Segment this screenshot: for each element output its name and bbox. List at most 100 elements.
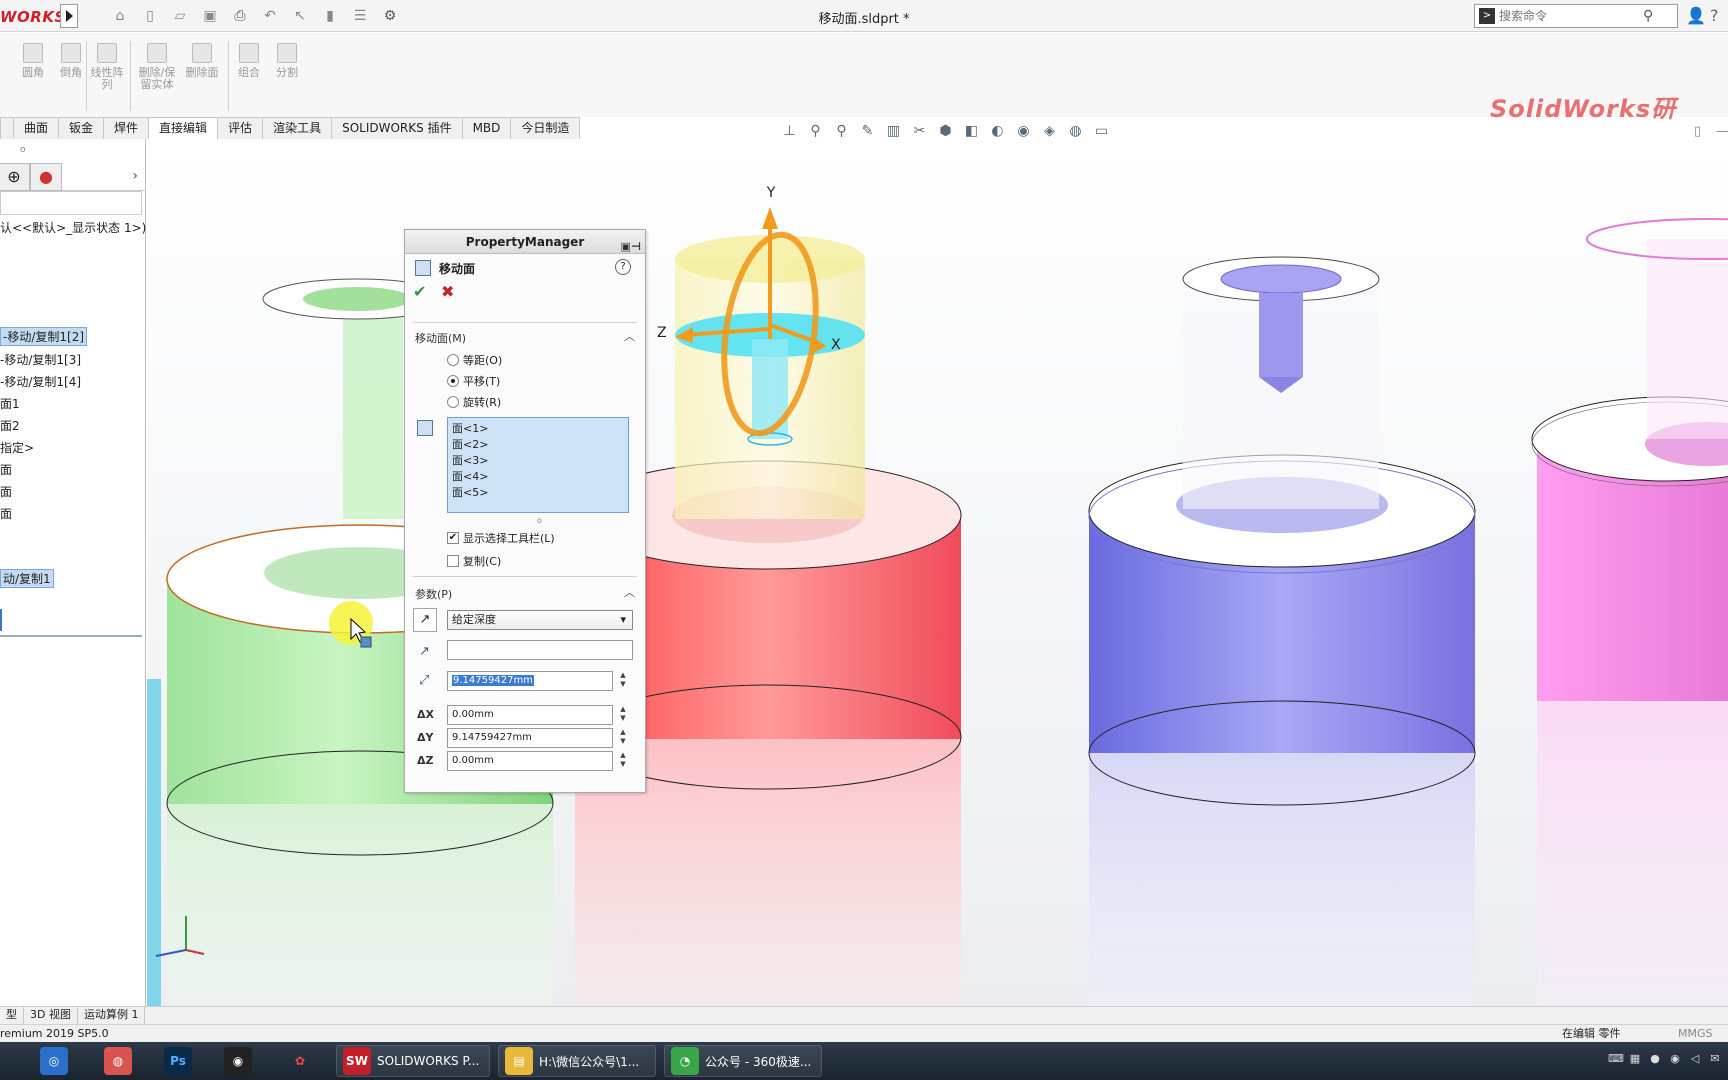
blue-part[interactable] — [1088, 256, 1476, 1006]
minimize-window-icon[interactable]: — — [1716, 124, 1728, 139]
view-orientation-icon[interactable]: ⬢ — [936, 122, 955, 141]
delta-z-spinner[interactable]: ▲ ▼ — [617, 751, 629, 771]
display-style-icon[interactable]: ◧ — [962, 122, 981, 141]
faces-selection-list[interactable]: 面<1> 面<2> 面<3> 面<4> 面<5> — [447, 417, 629, 513]
tree-item-move-copy-2[interactable]: -移动/复制1[2] — [0, 327, 88, 346]
linear-pattern-button[interactable]: 线性阵列 — [90, 43, 124, 91]
delete-keep-body-button[interactable]: 删除/保留实体 — [136, 43, 178, 91]
chat-icon[interactable]: ✉ — [1708, 1052, 1722, 1066]
tree-item-move-copy-3[interactable]: -移动/复制1[3] — [0, 351, 81, 368]
antivirus-icon[interactable]: ● — [1648, 1052, 1662, 1066]
rollback-bar[interactable] — [0, 635, 142, 637]
tab-mbd[interactable]: MBD — [461, 117, 512, 139]
pink-part[interactable] — [1531, 218, 1728, 1006]
radio-rotate-row[interactable]: 旋转(R) — [447, 394, 501, 410]
user-account-icon[interactable]: 👤 — [1686, 6, 1706, 25]
taskbar-folder-window[interactable]: ▤ H:\微信公众号\1... — [498, 1045, 656, 1077]
tree-root-config[interactable]: 认<<默认>_显示状态 1>) — [0, 219, 146, 236]
help-icon[interactable]: ? — [615, 259, 631, 275]
reverse-direction-button[interactable]: ↗ — [413, 608, 437, 632]
tree-item-face-2[interactable]: 面2 — [0, 417, 20, 434]
graphics-viewport[interactable]: Y Z X — [147, 139, 1728, 1006]
previous-view-icon[interactable]: ✎ — [858, 122, 877, 141]
volume-icon[interactable]: ◁ — [1688, 1052, 1702, 1066]
tab-direct-editing[interactable]: 直接编辑 — [148, 117, 219, 139]
tree-item-plane-b[interactable]: 面 — [0, 483, 12, 500]
command-search-box[interactable]: > ⚲ — [1474, 4, 1678, 28]
taskbar-solidworks-window[interactable]: SW SOLIDWORKS P... — [336, 1045, 490, 1077]
copy-row[interactable]: 复制(C) — [447, 553, 501, 569]
delta-y-field[interactable]: 9.14759427mm — [447, 728, 613, 748]
zoom-to-area-icon[interactable]: ⚲ — [832, 122, 851, 141]
delete-face-button[interactable]: 删除面 — [182, 43, 222, 91]
collapse-chevron-icon[interactable]: ︿ — [624, 584, 635, 600]
fillet-button[interactable]: 圆角 — [16, 43, 50, 79]
list-item[interactable]: 面<4> — [452, 469, 624, 485]
tree-item-face-1[interactable]: 面1 — [0, 395, 20, 412]
tree-filter-field[interactable] — [0, 191, 142, 215]
monitor-display-icon[interactable]: ▭ — [1092, 122, 1111, 141]
tab-hidden-left[interactable] — [0, 117, 14, 139]
network-icon[interactable]: ▦ — [1628, 1052, 1642, 1066]
appearance-manager-tab[interactable]: ● — [30, 163, 62, 191]
section-view-icon[interactable]: ▥ — [884, 122, 903, 141]
delta-y-spinner[interactable]: ▲ ▼ — [617, 728, 629, 748]
cancel-x-button[interactable]: ✖ — [441, 282, 454, 301]
tab-surfaces[interactable]: 曲面 — [13, 117, 60, 139]
keyboard-icon[interactable]: ⌨ — [1608, 1052, 1624, 1066]
parameters-section-header[interactable]: 参数(P) — [415, 586, 452, 602]
taskbar-chrome-app[interactable]: ◎ — [34, 1045, 74, 1077]
distance-field[interactable]: 9.14759427mm — [447, 671, 613, 691]
taskbar-paint-app[interactable]: ◍ — [98, 1045, 138, 1077]
list-item[interactable]: 面<5> — [452, 485, 624, 501]
search-icon[interactable]: ⚲ — [1643, 8, 1653, 24]
show-selection-toolbar-row[interactable]: ✔ 显示选择工具栏(L) — [447, 530, 555, 546]
restore-window-icon[interactable]: ▯ — [1694, 124, 1701, 139]
zoom-to-fit-icon[interactable]: ⚲ — [806, 122, 825, 141]
taskbar-tool-app[interactable]: ✿ — [280, 1045, 320, 1077]
collapse-chevron-icon[interactable]: ︿ — [624, 328, 635, 344]
chamfer-button[interactable]: 倒角 — [54, 43, 88, 79]
chevron-right-icon[interactable]: › — [132, 168, 138, 184]
radio-rotate[interactable] — [447, 396, 459, 408]
delta-z-field[interactable]: 0.00mm — [447, 751, 613, 771]
end-condition-select[interactable]: 给定深度 — [447, 610, 633, 630]
tab-model[interactable]: 型 — [0, 1007, 24, 1024]
panel-splitter-dot[interactable]: o — [20, 145, 26, 155]
tab-3d-view[interactable]: 3D 视图 — [24, 1007, 78, 1024]
help-question-icon[interactable]: ? — [1710, 6, 1719, 25]
move-face-section-header[interactable]: 移动面(M) — [415, 330, 466, 346]
radio-offset[interactable] — [447, 354, 459, 366]
radio-offset-row[interactable]: 等距(O) — [447, 352, 502, 368]
tab-solidworks-addins[interactable]: SOLIDWORKS 插件 — [331, 117, 463, 139]
apply-scene-icon[interactable]: ◈ — [1040, 122, 1059, 141]
copy-checkbox[interactable] — [447, 555, 459, 567]
delta-x-field[interactable]: 0.00mm — [447, 705, 613, 725]
distance-spinner[interactable]: ▲ ▼ — [617, 671, 629, 691]
tree-item-move-copy-4[interactable]: -移动/复制1[4] — [0, 373, 81, 390]
tab-render-tools[interactable]: 渲染工具 — [262, 117, 333, 139]
list-item[interactable]: 面<2> — [452, 437, 624, 453]
ok-check-button[interactable]: ✔ — [413, 282, 426, 301]
view-orientation-axis-icon[interactable]: ⊥ — [780, 122, 799, 141]
config-manager-tab[interactable]: ⊕ — [0, 163, 30, 191]
radio-translate-row[interactable]: 平移(T) — [447, 373, 500, 389]
taskbar-recorder-app[interactable]: ◉ — [218, 1045, 258, 1077]
tab-today-manufacturing[interactable]: 今日制造 — [510, 117, 581, 139]
tree-item-move-copy-1[interactable]: 动/复制1 — [0, 569, 54, 588]
split-button[interactable]: 分割 — [270, 43, 304, 79]
search-input[interactable] — [1499, 9, 1639, 23]
units-indicator[interactable]: MMGS — [1678, 1025, 1713, 1042]
direction-reference-field[interactable] — [447, 640, 633, 660]
yellow-part[interactable] — [675, 207, 865, 519]
tab-evaluate[interactable]: 评估 — [217, 117, 264, 139]
hide-show-items-icon[interactable]: ◐ — [988, 122, 1007, 141]
list-resize-handle[interactable]: o — [537, 516, 542, 525]
view-settings-icon[interactable]: ◍ — [1066, 122, 1085, 141]
radio-translate[interactable] — [447, 375, 459, 387]
combine-button[interactable]: 组合 — [232, 43, 266, 79]
list-item[interactable]: 面<3> — [452, 453, 624, 469]
list-item[interactable]: 面<1> — [452, 421, 624, 437]
edit-appearance-icon[interactable]: ◉ — [1014, 122, 1033, 141]
dynamic-annotation-icon[interactable]: ✂ — [910, 122, 929, 141]
